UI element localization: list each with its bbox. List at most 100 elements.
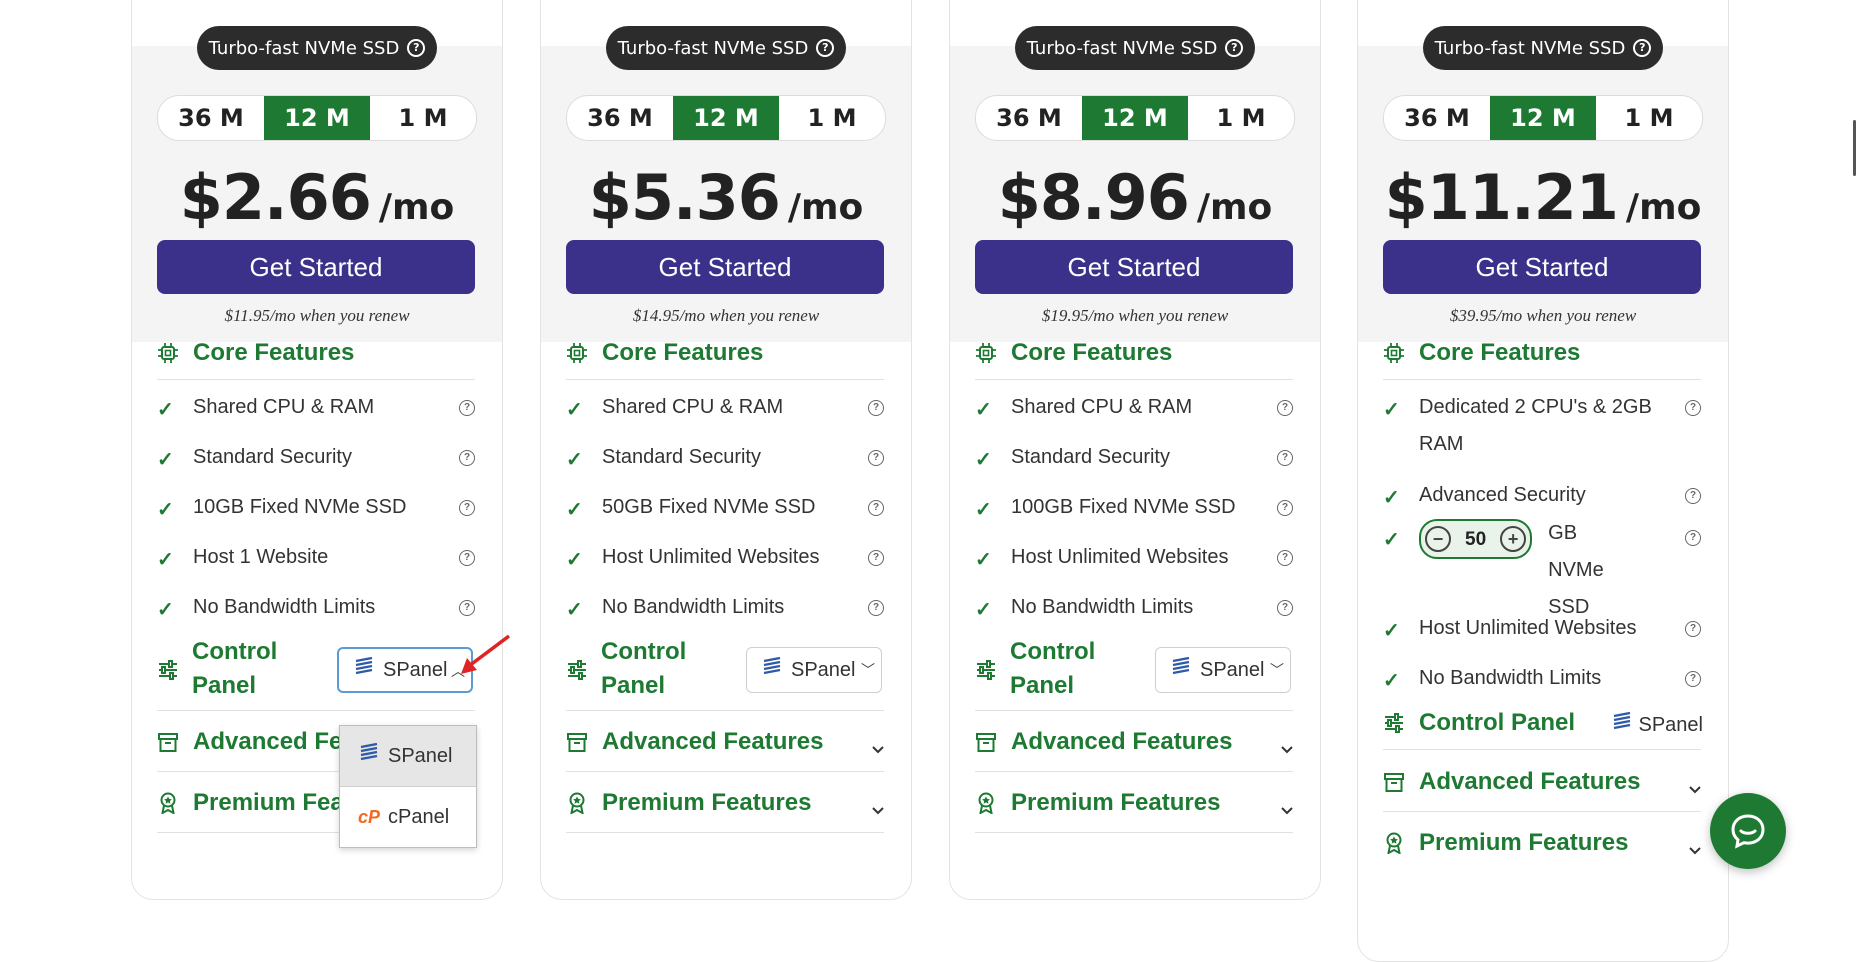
control-panel-select[interactable]: SPanel ︿ <box>337 647 473 693</box>
question-circle-icon[interactable]: ? <box>816 39 835 57</box>
term-36m-button[interactable]: 36 M <box>1384 96 1490 140</box>
premium-features-heading[interactable]: Premium Features <box>566 789 811 817</box>
feature-text: Shared CPU & RAM <box>193 396 375 418</box>
get-started-button[interactable]: Get Started <box>1383 240 1701 294</box>
control-panel-value: SPanel <box>1200 658 1265 681</box>
plan-card: Turbo-fast NVMe SSD? 36 M 12 M 1 M $8.96… <box>949 0 1321 900</box>
feature-text: 100GB Fixed NVMe SSD <box>1011 496 1236 518</box>
control-panel-select[interactable]: SPanel ﹀ <box>1155 647 1291 693</box>
chat-bubble-icon <box>1731 814 1765 849</box>
term-1m-button[interactable]: 1 M <box>370 96 476 140</box>
get-started-button[interactable]: Get Started <box>975 240 1293 294</box>
question-circle-icon[interactable]: ? <box>459 550 475 566</box>
advanced-features-title: Advanced Features <box>602 728 824 755</box>
advanced-features-title: Advanced Features <box>1011 728 1233 755</box>
feature-item: ✓ Standard Security? <box>975 446 1293 476</box>
dropdown-option-cpanel[interactable]: cP cPanel <box>340 786 476 847</box>
term-36m-button[interactable]: 36 M <box>567 96 673 140</box>
feature-item: ✓ Shared CPU & RAM? <box>975 396 1293 426</box>
divider <box>566 379 884 380</box>
question-circle-icon[interactable]: ? <box>459 400 475 416</box>
feature-item: ✓ Host 1 Website? <box>157 546 475 576</box>
question-circle-icon[interactable]: ? <box>1277 600 1293 616</box>
chevron-down-icon[interactable] <box>1687 781 1703 797</box>
chevron-down-icon[interactable] <box>1687 842 1703 858</box>
feature-text: Dedicated 2 CPU's & 2GB RAM <box>1419 396 1652 455</box>
chevron-down-icon[interactable] <box>1279 802 1295 818</box>
get-started-button[interactable]: Get Started <box>566 240 884 294</box>
price-amount: $5.36 <box>588 161 781 234</box>
storage-value[interactable]: 50 <box>1465 521 1486 558</box>
question-circle-icon[interactable]: ? <box>1277 550 1293 566</box>
question-circle-icon[interactable]: ? <box>1685 488 1701 504</box>
renew-price-note: $39.95/mo when you renew <box>1449 306 1637 325</box>
term-12m-button[interactable]: 12 M <box>1490 96 1596 140</box>
term-36m-button[interactable]: 36 M <box>976 96 1082 140</box>
check-icon: ✓ <box>157 399 174 421</box>
question-circle-icon[interactable]: ? <box>459 500 475 516</box>
check-icon: ✓ <box>975 549 992 571</box>
term-12m-button[interactable]: 12 M <box>673 96 779 140</box>
term-12m-button[interactable]: 12 M <box>1082 96 1188 140</box>
core-features-heading: Core Features <box>566 339 763 367</box>
nvme-badge: Turbo-fast NVMe SSD? <box>197 26 437 70</box>
question-circle-icon[interactable]: ? <box>868 450 884 466</box>
award-badge-icon <box>975 792 997 814</box>
question-circle-icon[interactable]: ? <box>868 500 884 516</box>
minus-circle-icon[interactable]: − <box>1425 526 1451 552</box>
renew-price-note: $11.95/mo when you renew <box>224 306 410 325</box>
advanced-features-heading[interactable]: Advanced Features <box>975 728 1232 756</box>
option-label: cPanel <box>388 805 450 828</box>
scrollbar-thumb[interactable] <box>1853 120 1856 176</box>
chat-button[interactable] <box>1710 793 1786 869</box>
question-circle-icon[interactable]: ? <box>1225 39 1244 57</box>
term-1m-button[interactable]: 1 M <box>1188 96 1294 140</box>
term-selector: 36 M 12 M 1 M <box>1383 95 1703 141</box>
divider <box>1383 379 1701 380</box>
term-1m-button[interactable]: 1 M <box>1596 96 1702 140</box>
advanced-features-heading[interactable]: Advanced Features <box>1383 768 1640 796</box>
archive-box-icon <box>157 731 179 753</box>
badge-label: Turbo-fast NVMe SSD <box>208 37 400 59</box>
divider <box>157 379 475 380</box>
question-circle-icon[interactable]: ? <box>868 550 884 566</box>
feature-text: Shared CPU & RAM <box>602 396 784 418</box>
premium-features-heading[interactable]: Premium Features <box>1383 829 1628 857</box>
price-period: /mo <box>378 187 455 228</box>
chevron-down-icon[interactable] <box>870 741 886 757</box>
premium-features-heading[interactable]: Premium Features <box>975 789 1220 817</box>
control-panel-select[interactable]: SPanel ﹀ <box>746 647 882 693</box>
term-36m-button[interactable]: 36 M <box>158 96 264 140</box>
advanced-features-heading[interactable]: Advanced Features <box>566 728 823 756</box>
price-period: /mo <box>1625 187 1702 228</box>
question-circle-icon[interactable]: ? <box>407 39 426 57</box>
feature-item: ✓ No Bandwidth Limits? <box>566 596 884 626</box>
question-circle-icon[interactable]: ? <box>459 450 475 466</box>
term-1m-button[interactable]: 1 M <box>779 96 885 140</box>
question-circle-icon[interactable]: ? <box>1633 39 1652 57</box>
get-started-button[interactable]: Get Started <box>157 240 475 294</box>
control-panel-label: Control Panel <box>192 638 278 699</box>
question-circle-icon[interactable]: ? <box>1685 671 1701 687</box>
question-circle-icon[interactable]: ? <box>1685 530 1701 546</box>
question-circle-icon[interactable]: ? <box>868 600 884 616</box>
chevron-down-icon[interactable] <box>870 802 886 818</box>
dropdown-option-spanel[interactable]: SPanel <box>340 726 476 786</box>
question-circle-icon[interactable]: ? <box>1685 400 1701 416</box>
control-panel-value: SPanel <box>1638 713 1704 736</box>
question-circle-icon[interactable]: ? <box>1277 500 1293 516</box>
question-circle-icon[interactable]: ? <box>1277 450 1293 466</box>
question-circle-icon[interactable]: ? <box>459 600 475 616</box>
cpu-chip-icon <box>1383 342 1405 364</box>
plus-circle-icon[interactable]: + <box>1500 526 1527 552</box>
question-circle-icon[interactable]: ? <box>868 400 884 416</box>
feature-item: ✓ Dedicated 2 CPU's & 2GB RAM? <box>1383 396 1701 463</box>
check-icon: ✓ <box>975 599 992 621</box>
question-circle-icon[interactable]: ? <box>1685 621 1701 637</box>
feature-item: ✓ Standard Security? <box>157 446 475 476</box>
question-circle-icon[interactable]: ? <box>1277 400 1293 416</box>
term-12m-button[interactable]: 12 M <box>264 96 370 140</box>
badge-label: Turbo-fast NVMe SSD <box>1026 37 1218 59</box>
chevron-down-icon[interactable] <box>1279 741 1295 757</box>
price-amount: $2.66 <box>179 161 372 234</box>
